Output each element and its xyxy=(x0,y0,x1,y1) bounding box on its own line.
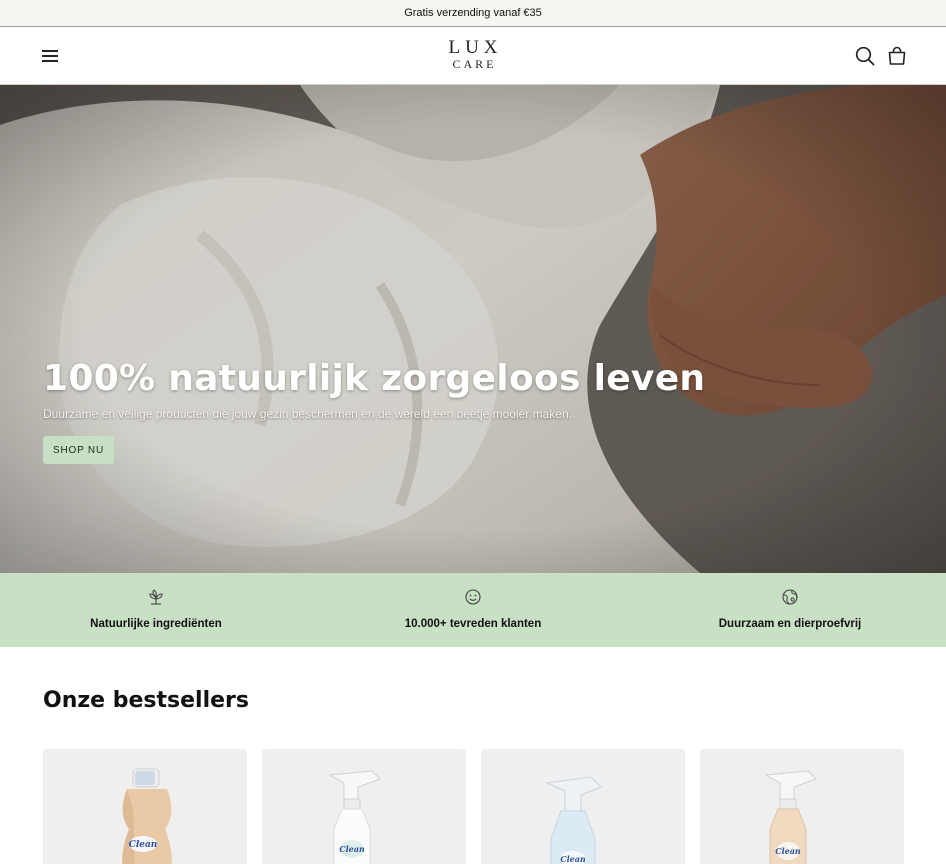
globe-leaf-icon xyxy=(780,587,800,607)
bestsellers-title: Onze bestsellers xyxy=(43,688,249,713)
product-card[interactable]: Clean xyxy=(700,749,904,864)
product-brand-label: Clean xyxy=(129,840,158,850)
usp-bar: Natuurlijke ingrediënten 10.000+ tevrede… xyxy=(0,573,946,647)
logo-line-1: LUX xyxy=(448,37,503,58)
hero-towel-image xyxy=(0,85,946,573)
usp-sustainable: Duurzaam en dierproefvrij xyxy=(670,573,910,647)
hero-banner: 100% natuurlijk zorgeloos leven Duurzame… xyxy=(0,85,946,573)
product-brand-label: Clean xyxy=(560,854,586,864)
usp-label: 10.000+ tevreden klanten xyxy=(404,618,542,630)
usp-label: Duurzaam en dierproefvrij xyxy=(718,618,862,630)
shop-now-button[interactable]: SHOP NU xyxy=(43,436,114,464)
site-header: LUX CARE xyxy=(0,27,946,85)
announcement-bar: Gratis verzending vanaf €35 xyxy=(0,0,946,27)
white-spray-bottle-image: Clean xyxy=(328,770,381,864)
hamburger-menu-icon[interactable] xyxy=(40,47,60,65)
hero-subtitle: Duurzame en veilige producten die jouw g… xyxy=(43,407,572,421)
shopping-bag-icon[interactable] xyxy=(886,45,908,67)
beige-spray-bottle-image: Clean xyxy=(764,770,817,864)
softener-bottle-image: Clean xyxy=(122,768,172,864)
logo-line-2: CARE xyxy=(452,57,497,71)
product-brand-label: Clean xyxy=(775,846,801,856)
product-brand-label: Clean xyxy=(339,844,365,854)
hero-title: 100% natuurlijk zorgeloos leven xyxy=(43,358,706,399)
blue-spray-bottle-image: Clean xyxy=(545,776,602,864)
product-card[interactable]: Clean xyxy=(43,749,247,864)
usp-happy-customers: 10.000+ tevreden klanten xyxy=(353,573,593,647)
search-icon[interactable] xyxy=(854,45,876,67)
product-card[interactable]: Clean xyxy=(262,749,466,864)
product-card[interactable]: Clean xyxy=(481,749,685,864)
smiley-face-icon xyxy=(463,587,483,607)
announcement-text: Gratis verzending vanaf €35 xyxy=(404,7,542,19)
site-logo[interactable]: LUX CARE xyxy=(423,38,523,70)
leaf-plant-icon xyxy=(146,587,166,607)
usp-natural-ingredients: Natuurlijke ingrediënten xyxy=(36,573,276,647)
usp-label: Natuurlijke ingrediënten xyxy=(90,618,222,630)
